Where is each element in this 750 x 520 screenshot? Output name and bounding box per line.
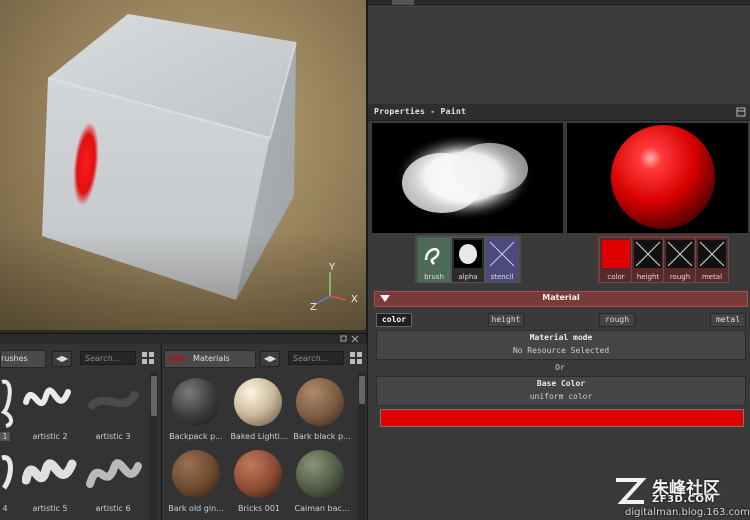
alpha-preview bbox=[372, 123, 563, 233]
material-label: Bark black p... bbox=[293, 432, 351, 441]
base-color-swatch[interactable] bbox=[380, 409, 744, 427]
brush-thumb[interactable] bbox=[0, 376, 18, 428]
brush-slot-label: brush bbox=[424, 273, 444, 281]
materials-tab[interactable]: Materials bbox=[164, 350, 256, 368]
brush-thumb[interactable] bbox=[86, 450, 144, 498]
brush-slot[interactable]: brush bbox=[417, 237, 451, 283]
stencil-empty-icon bbox=[488, 240, 516, 268]
height-channel-label: height bbox=[636, 273, 660, 281]
brushes-nav-arrows[interactable]: ◀▶ bbox=[52, 351, 72, 367]
brush-thumb[interactable] bbox=[0, 448, 18, 500]
brushes-tab[interactable]: rushes bbox=[0, 350, 46, 368]
properties-header: Properties - Paint bbox=[368, 104, 750, 121]
material-mode-value: No Resource Selected bbox=[512, 346, 610, 355]
materials-panel: Materials ◀▶ Search... Backpack p... Bak… bbox=[161, 344, 367, 520]
brush-label: 1 bbox=[0, 432, 10, 441]
alpha-splatter-icon bbox=[394, 133, 534, 221]
material-thumb[interactable] bbox=[172, 378, 220, 426]
axis-y-label: Y bbox=[329, 262, 336, 273]
materials-tab-color-chip bbox=[169, 355, 185, 362]
3d-viewport[interactable]: Y X Z bbox=[0, 0, 366, 330]
material-mode-heading: Material mode bbox=[529, 333, 593, 342]
channel-tab-height[interactable]: height bbox=[488, 313, 524, 327]
metal-channel-slot[interactable]: metal bbox=[695, 237, 729, 283]
material-section-header[interactable]: Material bbox=[374, 291, 748, 307]
color-channel-label: color bbox=[607, 273, 625, 281]
base-color-section[interactable]: Base Color uniform color bbox=[376, 376, 746, 406]
base-color-heading: Base Color bbox=[536, 379, 586, 388]
stencil-slot[interactable]: stencil bbox=[485, 237, 519, 283]
grid-view-icon[interactable] bbox=[350, 352, 362, 364]
materials-search-input[interactable]: Search... bbox=[288, 351, 344, 365]
rough-channel-label: rough bbox=[669, 273, 691, 281]
brush-label: artistic 5 bbox=[32, 504, 68, 513]
axis-x-label: X bbox=[351, 294, 358, 305]
panel-close-icon[interactable] bbox=[340, 335, 360, 343]
brush-label: artistic 6 bbox=[95, 504, 131, 513]
empty-x-icon bbox=[666, 240, 694, 268]
materials-scrollbar[interactable] bbox=[358, 372, 366, 520]
materials-tab-label: Materials bbox=[193, 354, 230, 363]
watermark-blog: digitalman.blog.163.com bbox=[625, 507, 750, 518]
base-color-value: uniform color bbox=[529, 392, 593, 401]
axis-z-label: Z bbox=[310, 302, 317, 313]
materials-panel-bar bbox=[161, 333, 366, 344]
material-label: Bricks 001 bbox=[237, 504, 280, 513]
material-section-title: Material bbox=[542, 293, 580, 302]
red-sphere-icon bbox=[611, 125, 715, 229]
top-right-panel bbox=[366, 0, 750, 104]
rough-channel-slot[interactable]: rough bbox=[663, 237, 697, 283]
color-red-swatch-icon bbox=[602, 240, 630, 268]
empty-x-icon bbox=[634, 240, 662, 268]
height-channel-slot[interactable]: height bbox=[631, 237, 665, 283]
alpha-slot[interactable]: alpha bbox=[451, 237, 485, 283]
brushes-scrollbar[interactable] bbox=[150, 372, 158, 520]
brushes-panel-bar bbox=[0, 333, 160, 344]
brushes-tab-label: rushes bbox=[1, 354, 28, 363]
channel-tab-color[interactable]: color bbox=[376, 313, 412, 327]
color-channel-slot[interactable]: color bbox=[599, 237, 633, 283]
brush-thumb[interactable] bbox=[22, 450, 80, 498]
material-label: Caiman bac... bbox=[294, 504, 350, 513]
brush-label: artistic 2 bbox=[32, 432, 68, 441]
brushes-search-input[interactable]: Search... bbox=[80, 351, 136, 365]
metal-channel-label: metal bbox=[701, 273, 723, 281]
material-mode-section[interactable]: Material mode No Resource Selected bbox=[376, 330, 746, 360]
material-thumb[interactable] bbox=[234, 378, 282, 426]
materials-nav-arrows[interactable]: ◀▶ bbox=[260, 351, 280, 367]
material-label: Baked Lighti... bbox=[230, 432, 288, 441]
material-thumb[interactable] bbox=[296, 378, 344, 426]
material-thumb[interactable] bbox=[296, 450, 344, 498]
or-separator: Or bbox=[555, 363, 565, 372]
properties-panel: Properties - Paint brush alpha stencil c… bbox=[366, 104, 750, 520]
alpha-slot-label: alpha bbox=[458, 273, 478, 281]
grid-view-icon[interactable] bbox=[142, 352, 154, 364]
channel-tab-metal[interactable]: metal bbox=[710, 313, 746, 327]
empty-x-icon bbox=[698, 240, 726, 268]
channel-tab-rough[interactable]: rough bbox=[599, 313, 635, 327]
alpha-splatter-icon bbox=[454, 240, 482, 268]
material-label: Backpack p... bbox=[169, 432, 223, 441]
brush-stroke-icon bbox=[420, 240, 448, 268]
brush-thumb[interactable] bbox=[84, 378, 142, 426]
brush-label: artistic 3 bbox=[95, 432, 131, 441]
properties-title: Properties - Paint bbox=[374, 107, 467, 116]
stencil-slot-label: stencil bbox=[490, 273, 514, 281]
material-thumb[interactable] bbox=[172, 450, 220, 498]
material-label: Bark old gin... bbox=[168, 504, 224, 513]
brush-thumb[interactable] bbox=[22, 378, 72, 426]
panel-tab[interactable] bbox=[392, 0, 414, 5]
brushes-panel: rushes ◀▶ Search... 1 artistic 2 artisti… bbox=[0, 344, 160, 520]
panel-options-icon[interactable] bbox=[736, 107, 746, 117]
brush-label: 4 bbox=[2, 504, 8, 513]
panel-tab-strip bbox=[368, 0, 750, 7]
material-thumb[interactable] bbox=[234, 450, 282, 498]
material-sphere-preview bbox=[567, 123, 748, 233]
zf3d-logo-icon bbox=[616, 478, 647, 504]
watermark-domain: ZF3D.COM bbox=[652, 494, 715, 505]
